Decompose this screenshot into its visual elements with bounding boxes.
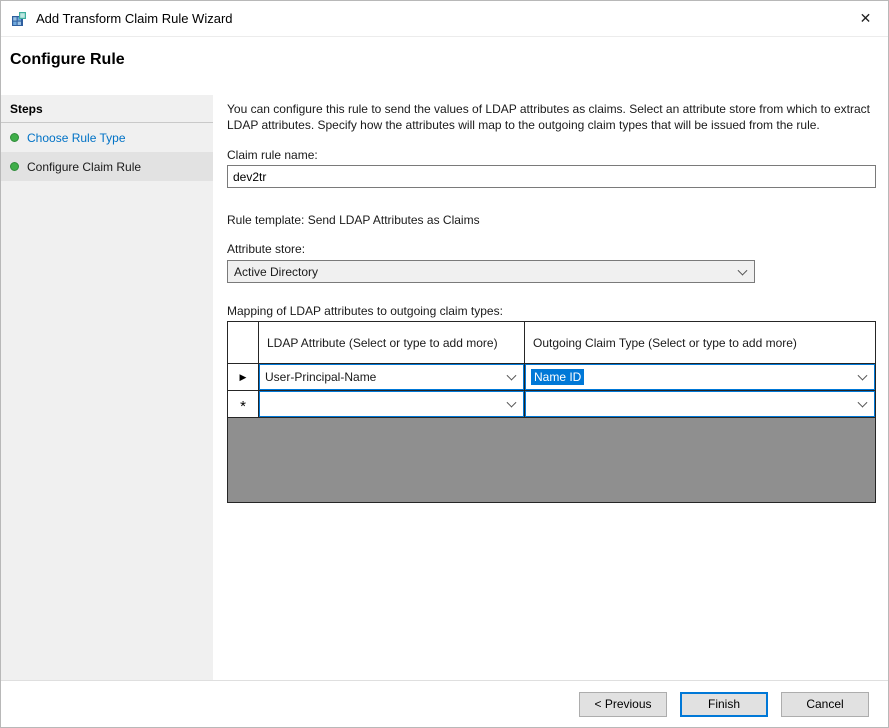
table-empty-area (228, 418, 875, 502)
row-header-new[interactable]: * (228, 391, 258, 417)
claim-rule-name-input[interactable] (227, 165, 876, 188)
new-row-asterisk-icon: * (240, 399, 246, 414)
step-complete-icon (10, 162, 19, 171)
window-title: Add Transform Claim Rule Wizard (36, 11, 233, 26)
outgoing-claim-type-combobox-new[interactable] (525, 391, 875, 417)
chevron-down-icon (858, 371, 868, 381)
previous-button[interactable]: < Previous (579, 692, 667, 717)
close-icon: ✕ (860, 10, 872, 27)
step-complete-icon (10, 133, 19, 142)
outgoing-claim-type-combobox[interactable]: Name ID (525, 364, 875, 390)
column-header-ldap-attribute: LDAP Attribute (Select or type to add mo… (259, 322, 524, 363)
ldap-attribute-value: User-Principal-Name (265, 370, 376, 384)
step-label: Choose Rule Type (27, 131, 126, 145)
current-row-arrow-icon: ▶ (240, 373, 247, 382)
title-bar: Add Transform Claim Rule Wizard ✕ (1, 1, 888, 37)
table-corner-cell (228, 322, 258, 363)
attribute-store-label: Attribute store: (227, 242, 876, 256)
outgoing-claim-type-value: Name ID (531, 369, 584, 385)
attribute-store-combobox[interactable]: Active Directory (227, 260, 755, 283)
table-row: Name ID (525, 364, 875, 390)
content-area: Steps Choose Rule Type Configure Claim R… (1, 95, 888, 680)
mapping-label: Mapping of LDAP attributes to outgoing c… (227, 304, 876, 318)
mapping-table: LDAP Attribute (Select or type to add mo… (227, 321, 876, 503)
wizard-window: Add Transform Claim Rule Wizard ✕ Config… (0, 0, 889, 728)
ldap-attribute-combobox-new[interactable] (259, 391, 524, 417)
column-header-outgoing-claim-type: Outgoing Claim Type (Select or type to a… (525, 322, 875, 363)
attribute-store-value: Active Directory (234, 265, 318, 279)
rule-description: You can configure this rule to send the … (227, 101, 876, 133)
close-button[interactable]: ✕ (843, 1, 888, 36)
button-bar: < Previous Finish Cancel (1, 680, 888, 727)
table-row (525, 391, 875, 417)
cancel-button[interactable]: Cancel (781, 692, 869, 717)
step-label: Configure Claim Rule (27, 160, 141, 174)
chevron-down-icon (507, 371, 517, 381)
chevron-down-icon (507, 398, 517, 408)
chevron-down-icon (738, 265, 748, 275)
sidebar-item-choose-rule-type[interactable]: Choose Rule Type (1, 123, 213, 152)
sidebar-item-configure-claim-rule[interactable]: Configure Claim Rule (1, 152, 213, 181)
row-header-current[interactable]: ▶ (228, 364, 258, 390)
chevron-down-icon (858, 398, 868, 408)
table-row: User-Principal-Name (259, 364, 524, 390)
page-title: Configure Rule (1, 37, 888, 95)
claim-rule-name-label: Claim rule name: (227, 148, 876, 162)
rule-template-text: Rule template: Send LDAP Attributes as C… (227, 213, 876, 227)
ldap-attribute-combobox[interactable]: User-Principal-Name (259, 364, 524, 390)
finish-button[interactable]: Finish (680, 692, 768, 717)
claim-rule-app-icon (10, 10, 28, 28)
table-row (259, 391, 524, 417)
steps-header: Steps (1, 95, 213, 123)
steps-sidebar: Steps Choose Rule Type Configure Claim R… (1, 95, 213, 680)
main-panel: You can configure this rule to send the … (213, 95, 888, 680)
